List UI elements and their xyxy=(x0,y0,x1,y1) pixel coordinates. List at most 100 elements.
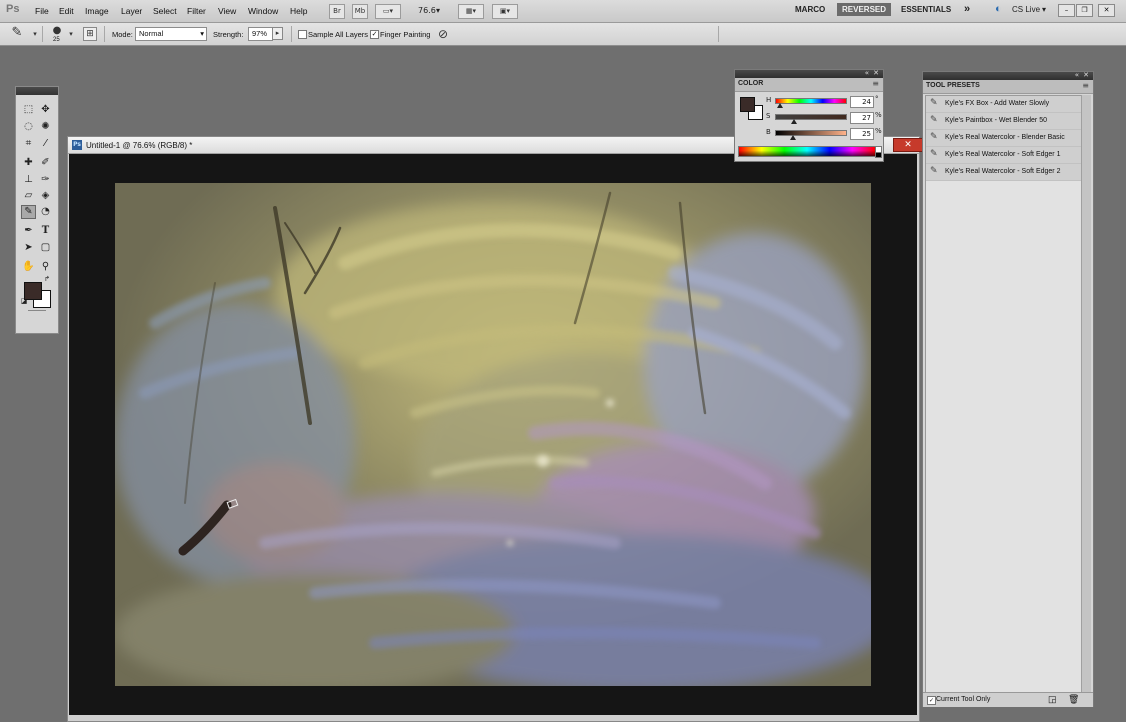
mini-bridge-button[interactable]: Mb xyxy=(352,4,368,19)
strength-value: 97% xyxy=(252,29,268,38)
new-preset-icon[interactable]: ◲ xyxy=(1048,694,1057,705)
menu-file[interactable]: File xyxy=(35,6,49,16)
slider-b-value[interactable]: 25 xyxy=(850,128,874,140)
menu-view[interactable]: View xyxy=(218,6,236,16)
clone-stamp-tool-icon[interactable]: ⊥ xyxy=(21,173,36,187)
tool-preset-dropdown-icon[interactable]: ▾ xyxy=(28,27,42,41)
strength-input[interactable]: 97% xyxy=(248,27,273,41)
sample-all-layers-checkbox[interactable] xyxy=(298,30,307,39)
slider-b-track[interactable] xyxy=(775,130,847,136)
cs-live-menu[interactable]: CS Live xyxy=(1012,5,1040,14)
move-tool-icon[interactable]: ✥ xyxy=(38,103,53,117)
painting-artwork xyxy=(115,183,871,686)
canvas-painting[interactable] xyxy=(115,183,871,686)
close-presets-icon[interactable]: ✕ xyxy=(1083,71,1089,79)
foreground-color-swatch[interactable] xyxy=(24,282,42,300)
presets-panel-drag-bar[interactable]: « ✕ xyxy=(923,71,1093,80)
slider-h-thumb[interactable] xyxy=(776,103,783,108)
path-selection-tool-icon[interactable]: ➤ xyxy=(21,241,36,255)
menu-edit[interactable]: Edit xyxy=(59,6,74,16)
presets-menu-icon[interactable]: ≡ xyxy=(1082,81,1089,90)
ramp-black-swatch[interactable] xyxy=(875,152,882,158)
brush-tip-icon[interactable]: ● xyxy=(50,24,64,38)
marquee-tool-icon[interactable]: ⬚ xyxy=(21,103,36,117)
mixer-brush-tool-selected-icon[interactable]: ✎ xyxy=(21,205,36,219)
tab-tool-presets[interactable]: TOOL PRESETS xyxy=(926,82,980,89)
screen-mode-icon[interactable]: ▭▾ xyxy=(375,4,401,19)
mixer-brush-tool-icon[interactable]: ✎ xyxy=(10,26,24,40)
quick-mask-icon[interactable] xyxy=(28,310,46,314)
preset-scrollbar[interactable] xyxy=(1081,95,1091,693)
menu-image[interactable]: Image xyxy=(85,6,109,16)
close-document-icon[interactable]: ✕ xyxy=(893,138,923,152)
eyedropper-tool-icon[interactable]: ⁄ xyxy=(38,137,53,151)
mode-select[interactable]: Normal ▾ xyxy=(135,27,207,41)
delete-preset-icon[interactable]: 🗑 xyxy=(1068,694,1079,705)
arrange-documents-icon[interactable]: ▦▾ xyxy=(458,4,484,19)
tools-panel: ⬚ ✥ ◌ ✺ ⌗ ⁄ ✚ ✐ ⊥ ✑ ▱ ◈ ✎ ◔ ✒ T ➤ ▢ ✋ ⚲ … xyxy=(15,86,59,334)
workspace-marco[interactable]: MARCO xyxy=(795,5,825,14)
workspace-reversed[interactable]: REVERSED xyxy=(837,3,892,16)
cs-live-dropdown-icon[interactable]: ▾ xyxy=(1042,5,1046,14)
minimize-icon[interactable]: – xyxy=(1058,4,1075,17)
color-panel-drag-bar[interactable]: « ✕ xyxy=(735,69,883,78)
panel-menu-icon[interactable]: ≡ xyxy=(872,79,879,88)
restore-icon[interactable]: ❐ xyxy=(1076,4,1093,17)
zoom-dropdown-icon[interactable]: ▾ xyxy=(436,6,440,15)
pen-tool-icon[interactable]: ✒ xyxy=(21,224,36,238)
hand-tool-icon[interactable]: ✋ xyxy=(21,260,36,274)
menu-window[interactable]: Window xyxy=(248,6,278,16)
workspace-essentials[interactable]: ESSENTIALS xyxy=(901,5,951,14)
slider-h-track[interactable] xyxy=(775,98,847,104)
brush-tool-icon[interactable]: ✐ xyxy=(38,156,53,170)
preset-item[interactable]: ✎ Kyle's Real Watercolor - Soft Edger 1 xyxy=(926,147,1081,164)
history-brush-tool-icon[interactable]: ✑ xyxy=(38,173,53,187)
shape-tool-icon[interactable]: ▢ xyxy=(38,241,53,255)
swap-colors-icon[interactable]: ↱ xyxy=(42,275,52,283)
slider-s-unit: % xyxy=(875,111,882,119)
current-tool-only-checkbox[interactable]: ✓ xyxy=(927,696,936,705)
preset-item[interactable]: ✎ Kyle's Paintbox - Wet Blender 50 xyxy=(926,113,1081,130)
document-title: Untitled-1 @ 76.6% (RGB/8) * xyxy=(86,141,193,150)
extras-icon[interactable]: ▣▾ xyxy=(492,4,518,19)
zoom-tool-icon[interactable]: ⚲ xyxy=(38,260,53,274)
lasso-tool-icon[interactable]: ◌ xyxy=(21,120,36,134)
more-workspaces-icon[interactable]: » xyxy=(964,3,970,15)
brush-picker-dropdown-icon[interactable]: ▾ xyxy=(64,27,78,41)
close-panel-icon[interactable]: ✕ xyxy=(873,69,879,77)
color-ramp[interactable] xyxy=(738,146,876,157)
finger-painting-checkbox[interactable]: ✓ xyxy=(370,30,379,39)
preset-item[interactable]: ✎ Kyle's FX Box - Add Water Slowly xyxy=(926,96,1081,113)
crop-tool-icon[interactable]: ⌗ xyxy=(21,137,36,151)
zoom-level[interactable]: 76.6 xyxy=(418,6,436,15)
collapse-panel-icon[interactable]: « xyxy=(865,69,869,77)
brush-panel-toggle-icon[interactable]: ⊞ xyxy=(83,27,97,41)
slider-s-track[interactable] xyxy=(775,114,847,120)
menu-filter[interactable]: Filter xyxy=(187,6,206,16)
tools-panel-header[interactable] xyxy=(16,87,58,95)
slider-h-value[interactable]: 24 xyxy=(850,96,874,108)
type-tool-icon[interactable]: T xyxy=(38,224,53,238)
paint-bucket-tool-icon[interactable]: ◈ xyxy=(38,189,53,203)
current-tool-only-label: Current Tool Only xyxy=(936,696,991,703)
collapse-presets-icon[interactable]: « xyxy=(1075,71,1079,79)
quick-select-tool-icon[interactable]: ✺ xyxy=(38,120,53,134)
menu-help[interactable]: Help xyxy=(290,6,307,16)
slider-b-thumb[interactable] xyxy=(789,135,796,140)
cs-live-icon[interactable]: ◐ xyxy=(995,3,1002,15)
eraser-tool-icon[interactable]: ▱ xyxy=(21,189,36,203)
preset-item[interactable]: ✎ Kyle's Real Watercolor - Soft Edger 2 xyxy=(926,164,1081,181)
tab-color[interactable]: COLOR xyxy=(738,80,763,87)
healing-brush-tool-icon[interactable]: ✚ xyxy=(21,156,36,170)
preset-item[interactable]: ✎ Kyle's Real Watercolor - Blender Basic xyxy=(926,130,1081,147)
slider-s-value[interactable]: 27 xyxy=(850,112,874,124)
pressure-icon[interactable]: ⊘ xyxy=(436,27,450,41)
close-app-icon[interactable]: ✕ xyxy=(1098,4,1115,17)
menu-select[interactable]: Select xyxy=(153,6,177,16)
slider-s-thumb[interactable] xyxy=(790,119,797,124)
strength-slider-icon[interactable]: ▸ xyxy=(272,27,283,40)
bridge-button[interactable]: Br xyxy=(329,4,345,19)
menu-layer[interactable]: Layer xyxy=(121,6,142,16)
dodge-tool-icon[interactable]: ◔ xyxy=(38,205,53,219)
color-foreground-swatch[interactable] xyxy=(740,97,755,112)
